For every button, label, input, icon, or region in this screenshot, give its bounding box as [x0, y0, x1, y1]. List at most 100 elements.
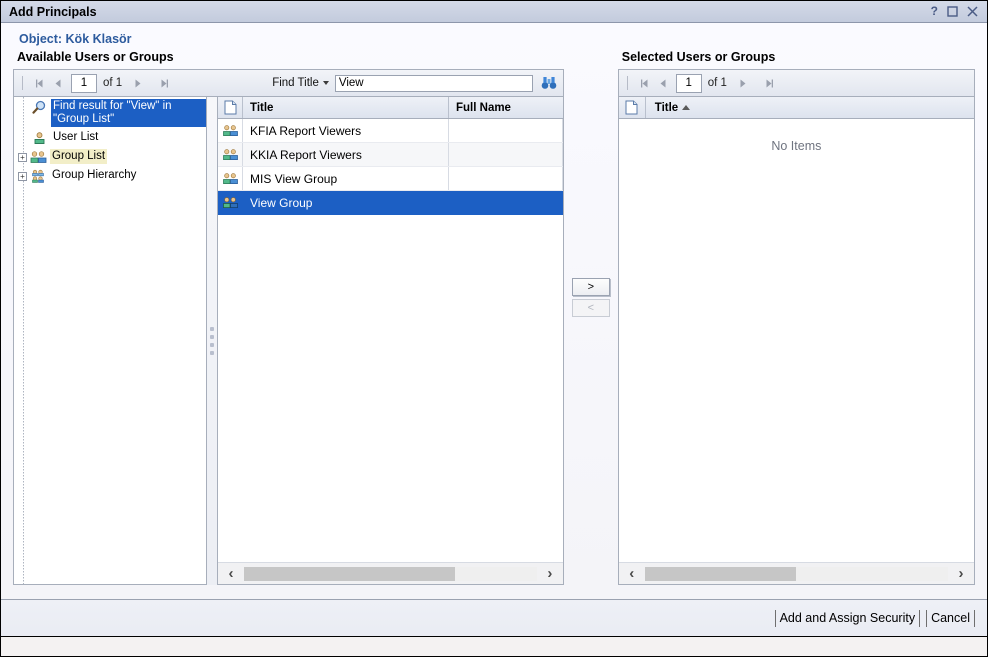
find-input[interactable]: [334, 74, 533, 92]
selected-toolbar: 1 of 1: [618, 70, 974, 97]
add-and-assign-security-button[interactable]: Add and Assign Security: [774, 609, 921, 627]
group-icon: [30, 149, 47, 165]
scroll-thumb[interactable]: [644, 566, 797, 581]
scroll-right-icon[interactable]: ›: [537, 565, 563, 582]
page-icon: [619, 97, 646, 118]
group-icon: [218, 191, 243, 214]
available-toolbar-panel: 1 of 1 Find Title: [13, 69, 564, 97]
panel-splitter[interactable]: [207, 97, 217, 585]
available-grid: Title Full Name KFIA Report Viewers KKIA…: [217, 97, 564, 585]
tree-item-find-result[interactable]: Find result for "View" in "Group List": [14, 97, 206, 128]
tree-item-group-hierarchy[interactable]: + Group Hierarchy: [14, 166, 206, 185]
scroll-track[interactable]: [644, 566, 948, 581]
scroll-left-icon[interactable]: ‹: [619, 565, 645, 582]
table-row[interactable]: MIS View Group: [218, 167, 563, 191]
maximize-icon[interactable]: [947, 6, 958, 17]
add-principals-dialog: Add Principals ? Object: Kök Klasör Avai…: [0, 0, 988, 657]
selected-panel: Selected Users or Groups 1 of 1 Title No…: [617, 50, 975, 585]
window-title: Add Principals: [9, 4, 97, 19]
expand-toggle[interactable]: +: [18, 153, 27, 162]
empty-state-message: No Items: [771, 139, 822, 153]
chevron-down-icon[interactable]: [322, 81, 329, 85]
footer-strip: [1, 636, 987, 656]
help-icon[interactable]: ?: [931, 5, 938, 17]
table-row[interactable]: View Group: [218, 191, 563, 215]
column-header-title-label: Title: [654, 101, 679, 114]
row-full-name: [449, 191, 563, 214]
column-header-full-name[interactable]: Full Name: [449, 97, 563, 118]
tree-item-group-list[interactable]: + Group List: [14, 147, 206, 166]
tree-item-user-list[interactable]: User List: [14, 128, 206, 147]
scroll-track[interactable]: [244, 566, 537, 581]
horizontal-scrollbar[interactable]: ‹ ›: [218, 562, 563, 584]
transfer-controls: > <: [564, 50, 618, 585]
available-panel: Available Users or Groups 1 of 1 Find Ti…: [13, 50, 564, 585]
binoculars-icon[interactable]: [541, 76, 557, 90]
selected-grid: Title No Items ‹ ›: [617, 97, 975, 585]
table-row[interactable]: KFIA Report Viewers: [218, 119, 563, 143]
row-full-name: [449, 119, 563, 142]
object-label: Object: Kök Klasör: [19, 32, 132, 46]
group-icon: [218, 143, 243, 166]
grid-body: KFIA Report Viewers KKIA Report Viewers …: [218, 119, 563, 562]
user-icon: [31, 130, 48, 146]
available-pager: 1 of 1: [14, 73, 174, 93]
sort-ascending-icon: [682, 105, 691, 110]
page-count-label: of 1: [707, 77, 727, 89]
row-title: KFIA Report Viewers: [243, 119, 449, 142]
tree-item-label: Group List: [50, 149, 108, 164]
previous-page-button[interactable]: [654, 74, 673, 93]
footer-buttons: Add and Assign Security Cancel: [1, 600, 987, 636]
row-full-name: [449, 167, 563, 190]
cancel-button[interactable]: Cancel: [926, 609, 975, 627]
first-page-button[interactable]: [635, 74, 654, 93]
row-title: MIS View Group: [243, 167, 449, 190]
scroll-right-icon[interactable]: ›: [948, 565, 974, 582]
page-number-input[interactable]: 1: [71, 73, 97, 93]
window-controls: ?: [931, 5, 987, 17]
tree-item-label: User List: [53, 131, 99, 143]
scroll-left-icon[interactable]: ‹: [218, 565, 244, 582]
column-header-title[interactable]: Title: [646, 102, 974, 114]
table-row[interactable]: KKIA Report Viewers: [218, 143, 563, 167]
group-icon: [218, 167, 243, 190]
dialog-content: Object: Kök Klasör Available Users or Gr…: [1, 23, 987, 599]
first-page-button[interactable]: [30, 74, 49, 93]
splitter-grip: [210, 323, 214, 359]
last-page-button[interactable]: [155, 74, 174, 93]
page-icon: [218, 97, 243, 118]
group-icon: [218, 119, 243, 142]
available-toolbar: 1 of 1 Find Title: [14, 70, 563, 97]
page-count-label: of 1: [103, 77, 123, 89]
last-page-button[interactable]: [760, 74, 779, 93]
next-page-button[interactable]: [733, 74, 752, 93]
close-icon[interactable]: [967, 6, 978, 17]
add-to-selected-button[interactable]: >: [571, 278, 610, 296]
window-titlebar: Add Principals ?: [1, 1, 987, 23]
available-heading: Available Users or Groups: [17, 50, 174, 64]
next-page-button[interactable]: [128, 74, 147, 93]
tree-item-label: Find result for "View" in "Group List": [51, 99, 206, 127]
find-field-label[interactable]: Find Title: [272, 77, 319, 89]
find-controls: Find Title: [272, 74, 563, 92]
previous-page-button[interactable]: [49, 74, 68, 93]
row-title: KKIA Report Viewers: [243, 143, 449, 166]
grid-header-row: Title: [618, 97, 974, 119]
dialog-footer: Add and Assign Security Cancel: [1, 599, 987, 656]
row-title: View Group: [243, 191, 449, 214]
row-full-name: [449, 143, 563, 166]
column-header-title[interactable]: Title: [243, 97, 449, 118]
horizontal-scrollbar[interactable]: ‹ ›: [618, 562, 974, 584]
selected-pager: 1 of 1: [619, 73, 779, 93]
page-number-input[interactable]: 1: [675, 73, 702, 93]
grid-header-row: Title Full Name: [218, 97, 563, 119]
tree-item-label: Group Hierarchy: [52, 169, 137, 181]
scroll-thumb[interactable]: [244, 566, 455, 581]
selected-toolbar-panel: 1 of 1: [617, 69, 975, 97]
group-hierarchy-icon: [30, 168, 47, 184]
magnifier-icon: [31, 99, 48, 115]
available-split: Find result for "View" in "Group List" U…: [13, 97, 564, 585]
expand-toggle[interactable]: +: [18, 172, 27, 181]
remove-from-selected-button[interactable]: <: [571, 299, 610, 317]
principal-tree[interactable]: Find result for "View" in "Group List" U…: [13, 97, 207, 585]
